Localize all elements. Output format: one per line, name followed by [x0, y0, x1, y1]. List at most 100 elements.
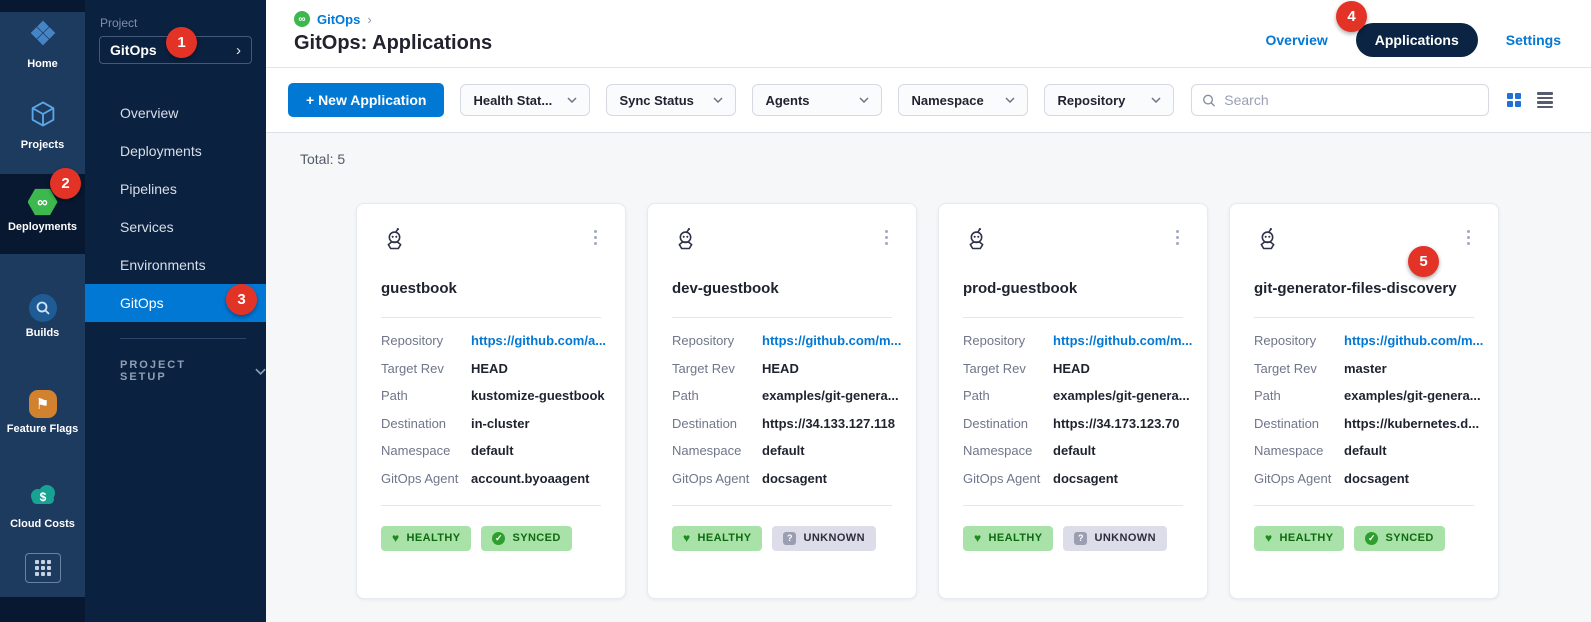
sync-status-badge: ✓SYNCED: [1354, 526, 1444, 551]
field-label: Namespace: [1254, 443, 1344, 458]
rail-item-builds[interactable]: Builds: [0, 294, 85, 340]
sidebar-item-overview[interactable]: Overview: [85, 94, 266, 132]
sync-status-badge: ?UNKNOWN: [772, 526, 875, 551]
heart-icon: ♥: [683, 532, 691, 544]
cloud-costs-icon: $: [27, 482, 59, 513]
search-box: [1191, 84, 1489, 116]
repository-link[interactable]: https://github.com/m...: [1344, 333, 1483, 348]
target-rev-value: HEAD: [471, 361, 508, 376]
repository-link[interactable]: https://github.com/a...: [471, 333, 606, 348]
list-view-icon[interactable]: [1537, 92, 1553, 108]
agent-value: account.byoaagent: [471, 471, 589, 486]
card-menu-kebab-icon[interactable]: [1463, 226, 1474, 249]
card-menu-kebab-icon[interactable]: [1172, 226, 1183, 249]
application-card[interactable]: dev-guestbook Repositoryhttps://github.c…: [647, 203, 917, 599]
namespace-value: default: [471, 443, 514, 458]
rail-label-home: Home: [27, 58, 58, 71]
rail-label-projects: Projects: [21, 139, 64, 152]
chevron-down-icon: [567, 97, 577, 103]
rail-bottom-strip: [0, 597, 85, 622]
rail-item-home[interactable]: Home: [0, 18, 85, 71]
projects-icon: [28, 99, 58, 134]
application-name[interactable]: git-generator-files-discovery: [1254, 280, 1474, 297]
filter-agents[interactable]: Agents: [752, 84, 882, 116]
destination-value: https://34.133.127.118: [762, 416, 895, 431]
application-cards-grid: guestbook Repositoryhttps://github.com/a…: [356, 203, 1591, 599]
path-value: examples/git-genera...: [1344, 388, 1481, 403]
application-name[interactable]: prod-guestbook: [963, 280, 1183, 297]
destination-value: https://kubernetes.d...: [1344, 416, 1479, 431]
argo-app-icon: [672, 226, 699, 258]
filter-sync-status[interactable]: Sync Status: [606, 84, 736, 116]
field-label: Path: [381, 388, 471, 403]
field-label: Path: [963, 388, 1053, 403]
sidebar-item-pipelines[interactable]: Pipelines: [85, 170, 266, 208]
heart-icon: ♥: [974, 532, 982, 544]
grid-view-icon[interactable]: [1507, 93, 1521, 107]
chevron-down-icon: [859, 97, 869, 103]
repository-link[interactable]: https://github.com/m...: [762, 333, 901, 348]
field-label: Repository: [1254, 333, 1344, 348]
home-icon: [28, 18, 58, 53]
sync-state-icon: ✓: [492, 532, 505, 545]
health-status-badge: ♥HEALTHY: [381, 526, 471, 551]
rail-item-cloud-costs[interactable]: $ Cloud Costs: [0, 482, 85, 531]
sync-status-badge: ✓SYNCED: [481, 526, 571, 551]
application-card[interactable]: git-generator-files-discovery Repository…: [1229, 203, 1499, 599]
field-label: Destination: [672, 416, 762, 431]
field-label: Target Rev: [381, 361, 471, 376]
application-card[interactable]: prod-guestbook Repositoryhttps://github.…: [938, 203, 1208, 599]
total-count: Total: 5: [300, 151, 1591, 167]
application-card[interactable]: guestbook Repositoryhttps://github.com/a…: [356, 203, 626, 599]
module-switcher-grid-icon[interactable]: [25, 553, 61, 583]
field-label: Namespace: [672, 443, 762, 458]
new-application-button[interactable]: + New Application: [288, 83, 444, 117]
rail-label-deployments: Deployments: [8, 221, 77, 234]
view-toggle: [1507, 92, 1553, 108]
namespace-value: default: [1053, 443, 1096, 458]
card-menu-kebab-icon[interactable]: [590, 226, 601, 249]
sync-state-icon: ?: [783, 532, 796, 545]
feature-flags-icon: ⚑: [29, 390, 57, 418]
project-setup-toggle[interactable]: PROJECT SETUP: [120, 359, 266, 383]
application-name[interactable]: dev-guestbook: [672, 280, 892, 297]
application-name[interactable]: guestbook: [381, 280, 601, 297]
filter-health-status[interactable]: Health Stat...: [460, 84, 590, 116]
path-value: examples/git-genera...: [1053, 388, 1190, 403]
field-label: Destination: [963, 416, 1053, 431]
repository-link[interactable]: https://github.com/m...: [1053, 333, 1192, 348]
rail-top-strip: [0, 0, 85, 12]
sidebar-item-services[interactable]: Services: [85, 208, 266, 246]
search-icon: [1202, 93, 1216, 108]
filter-repository[interactable]: Repository: [1044, 84, 1174, 116]
project-setup-label: PROJECT SETUP: [120, 359, 229, 383]
sidebar-item-deployments[interactable]: Deployments: [85, 132, 266, 170]
chevron-right-icon: ›: [367, 12, 371, 27]
field-label: Repository: [672, 333, 762, 348]
sidebar-item-environments[interactable]: Environments: [85, 246, 266, 284]
annotation-marker-3: 3: [226, 284, 257, 315]
field-label: Namespace: [381, 443, 471, 458]
field-label: GitOps Agent: [672, 471, 762, 486]
tab-overview[interactable]: Overview: [1265, 32, 1327, 48]
content-area: Total: 5 guestbook: [266, 133, 1591, 622]
annotation-marker-5: 5: [1408, 246, 1439, 277]
destination-value: in-cluster: [471, 416, 530, 431]
field-label: Repository: [381, 333, 471, 348]
breadcrumb-gitops-link[interactable]: GitOps: [317, 12, 360, 27]
card-menu-kebab-icon[interactable]: [881, 226, 892, 249]
rail-item-feature-flags[interactable]: ⚑ Feature Flags: [0, 390, 85, 436]
svg-text:$: $: [39, 490, 46, 504]
sidebar-divider: [120, 338, 246, 339]
health-status-badge: ♥HEALTHY: [1254, 526, 1344, 551]
agent-value: docsagent: [1344, 471, 1409, 486]
field-label: Namespace: [963, 443, 1053, 458]
rail-item-projects[interactable]: Projects: [0, 99, 85, 152]
filter-namespace[interactable]: Namespace: [898, 84, 1028, 116]
search-input[interactable]: [1224, 92, 1478, 108]
toolbar: + New Application Health Stat... Sync St…: [266, 68, 1591, 133]
chevron-down-icon: [713, 97, 723, 103]
tab-applications[interactable]: Applications: [1356, 23, 1478, 57]
argo-app-icon: [381, 226, 408, 258]
tab-settings[interactable]: Settings: [1506, 32, 1561, 48]
